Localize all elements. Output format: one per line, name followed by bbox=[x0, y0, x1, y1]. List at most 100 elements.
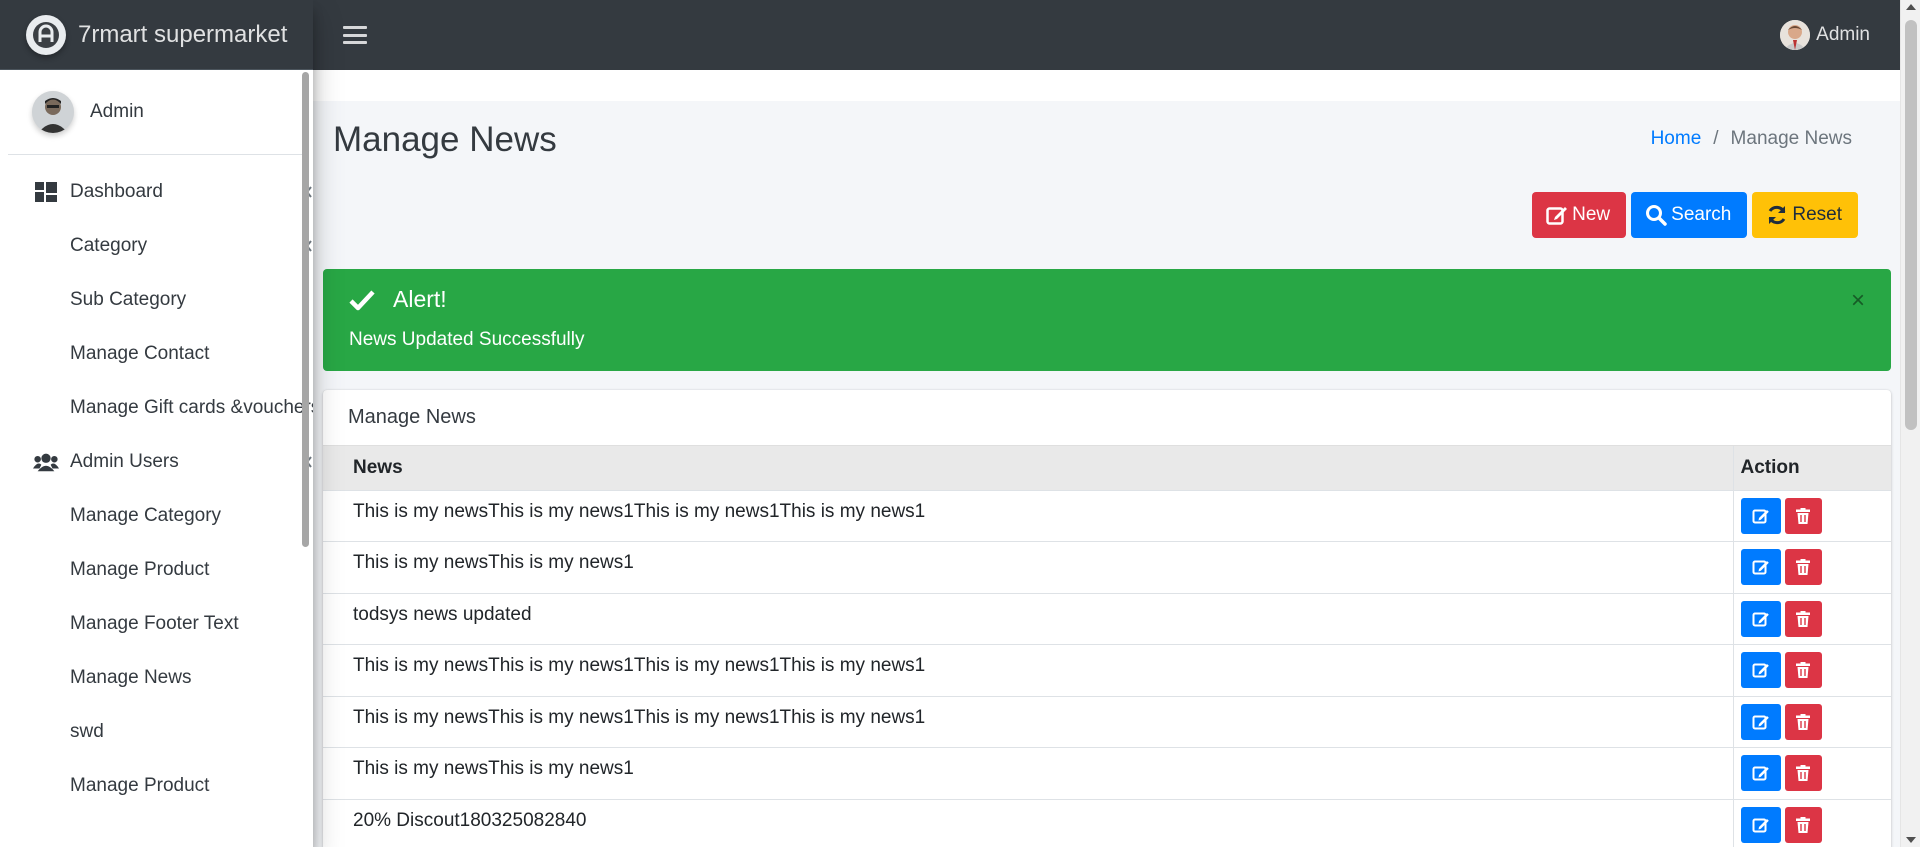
trash-icon bbox=[1796, 662, 1810, 678]
sidebar-item-label: Sub Category bbox=[70, 289, 187, 310]
trash-icon bbox=[1796, 610, 1810, 627]
table-row: This is my newsThis is my news1 bbox=[323, 541, 1891, 593]
sidebar-item-label: Manage News bbox=[70, 667, 192, 688]
brand-name: 7rmart supermarket bbox=[78, 20, 288, 48]
table-row: This is my newsThis is my news1This is m… bbox=[323, 644, 1891, 696]
edit-button[interactable] bbox=[1740, 497, 1781, 534]
news-cell: This is my newsThis is my news1This is m… bbox=[323, 644, 1733, 696]
news-cell: todsys news updated bbox=[323, 592, 1733, 645]
sidebar-item-manage-product[interactable]: Manage Product bbox=[0, 543, 313, 597]
alert-title-text: Alert! bbox=[393, 286, 447, 312]
trash-icon bbox=[1796, 507, 1810, 524]
search-icon bbox=[1646, 205, 1667, 226]
sidebar-item-admin-users[interactable]: Admin Users bbox=[0, 435, 313, 489]
edit-icon bbox=[1752, 715, 1769, 729]
main-sidebar: 7rmart supermarket Admin Dashboard Categ… bbox=[0, 0, 313, 847]
delete-button[interactable] bbox=[1784, 549, 1822, 585]
sidebar-item-dashboard[interactable]: Dashboard bbox=[0, 165, 313, 219]
column-header-news: News bbox=[323, 446, 1733, 491]
page-scrollbar[interactable] bbox=[1900, 0, 1920, 847]
check-icon bbox=[349, 289, 375, 310]
edit-icon bbox=[1752, 509, 1769, 523]
breadcrumb-separator: / bbox=[1713, 128, 1719, 149]
trash-icon bbox=[1796, 765, 1810, 781]
sidebar-item-manage-product-2[interactable]: Manage Product bbox=[0, 759, 313, 813]
search-button-label: Search bbox=[1671, 204, 1732, 225]
users-icon bbox=[33, 451, 59, 473]
sidebar-item-gift-cards[interactable]: Manage Gift cards &vouchers bbox=[0, 381, 313, 435]
scrollbar-thumb[interactable] bbox=[1905, 20, 1917, 430]
sidebar-item-swd[interactable]: swd bbox=[0, 705, 313, 759]
delete-button[interactable] bbox=[1784, 806, 1822, 843]
edit-button[interactable] bbox=[1740, 549, 1781, 585]
news-table: News Action This is my newsThis is my ne… bbox=[323, 446, 1891, 847]
sidebar-user-name: Admin bbox=[90, 101, 144, 122]
delete-button[interactable] bbox=[1784, 652, 1822, 688]
sidebar-item-label: Category bbox=[70, 235, 148, 256]
action-cell bbox=[1732, 644, 1891, 696]
sidebar-item-manage-category[interactable]: Manage Category bbox=[0, 489, 313, 543]
hamburger-menu-icon[interactable] bbox=[343, 26, 367, 44]
new-button[interactable]: New bbox=[1532, 192, 1627, 238]
news-cell: This is my newsThis is my news1 bbox=[323, 747, 1733, 799]
sidebar-nav: Dashboard Category Sub Category Manage C… bbox=[0, 155, 313, 813]
sidebar-item-manage-footer-text[interactable]: Manage Footer Text bbox=[0, 597, 313, 651]
trash-icon bbox=[1796, 816, 1810, 833]
edit-icon bbox=[1546, 207, 1568, 225]
sidebar-scrollbar[interactable] bbox=[302, 72, 309, 547]
brand-link[interactable]: 7rmart supermarket bbox=[0, 0, 313, 70]
sidebar-item-sub-category[interactable]: Sub Category bbox=[0, 273, 313, 327]
sidebar-item-label: Manage Category bbox=[70, 505, 222, 526]
dashboard-icon bbox=[33, 181, 59, 203]
edit-icon bbox=[1752, 560, 1769, 575]
column-header-action: Action bbox=[1732, 446, 1891, 491]
sidebar-item-manage-news[interactable]: Manage News bbox=[0, 651, 313, 705]
edit-icon bbox=[1752, 818, 1769, 832]
table-row: 20% Discout180325082840 bbox=[323, 798, 1891, 847]
reset-button[interactable]: Reset bbox=[1752, 192, 1858, 238]
edit-button[interactable] bbox=[1740, 806, 1781, 843]
table-body: This is my newsThis is my news1 This is m… bbox=[323, 489, 1891, 847]
avatar bbox=[32, 91, 74, 133]
page-title: Manage News bbox=[333, 120, 557, 159]
edit-icon bbox=[1752, 766, 1769, 781]
sidebar-item-label: Manage Gift cards &vouchers bbox=[70, 397, 313, 418]
scroll-down-arrow-icon[interactable] bbox=[1906, 837, 1916, 843]
breadcrumb-current: Manage News bbox=[1730, 128, 1852, 149]
action-cell bbox=[1732, 695, 1891, 748]
top-user-menu[interactable]: Admin bbox=[1780, 20, 1870, 50]
news-cell: 20% Discout180325082840 bbox=[323, 798, 1733, 847]
close-icon[interactable]: × bbox=[1851, 289, 1865, 313]
trash-icon bbox=[1796, 713, 1810, 730]
alert-title: Alert! bbox=[349, 286, 447, 313]
reset-button-label: Reset bbox=[1792, 204, 1842, 225]
table-row: This is my newsThis is my news1 bbox=[323, 747, 1891, 799]
breadcrumb: Home / Manage News bbox=[1651, 128, 1852, 150]
delete-button[interactable] bbox=[1784, 497, 1822, 534]
sidebar-user-panel[interactable]: Admin bbox=[8, 70, 305, 155]
action-cell bbox=[1732, 489, 1891, 542]
top-navbar: Admin bbox=[313, 0, 1900, 70]
table-row: This is my newsThis is my news1This is m… bbox=[323, 489, 1891, 542]
scroll-up-arrow-icon[interactable] bbox=[1906, 4, 1916, 10]
sidebar-item-category[interactable]: Category bbox=[0, 219, 313, 273]
edit-button[interactable] bbox=[1740, 755, 1781, 791]
delete-button[interactable] bbox=[1784, 703, 1822, 740]
sidebar-item-manage-contact[interactable]: Manage Contact bbox=[0, 327, 313, 381]
sidebar-item-label: swd bbox=[70, 721, 104, 742]
edit-icon bbox=[1752, 663, 1769, 678]
edit-button[interactable] bbox=[1740, 652, 1781, 688]
news-card: Manage News News Action This is my newsT… bbox=[323, 390, 1891, 847]
edit-button[interactable] bbox=[1740, 600, 1781, 637]
edit-button[interactable] bbox=[1740, 703, 1781, 740]
success-alert: Alert! News Updated Successfully × bbox=[323, 269, 1891, 371]
delete-button[interactable] bbox=[1784, 600, 1822, 637]
card-title: Manage News bbox=[323, 390, 1891, 446]
edit-icon bbox=[1752, 612, 1769, 626]
top-user-name: Admin bbox=[1816, 24, 1870, 45]
sidebar-item-label: Manage Footer Text bbox=[70, 613, 239, 634]
delete-button[interactable] bbox=[1784, 755, 1822, 791]
search-button[interactable]: Search bbox=[1631, 192, 1748, 238]
action-cell bbox=[1732, 592, 1891, 645]
breadcrumb-home-link[interactable]: Home bbox=[1651, 128, 1702, 150]
